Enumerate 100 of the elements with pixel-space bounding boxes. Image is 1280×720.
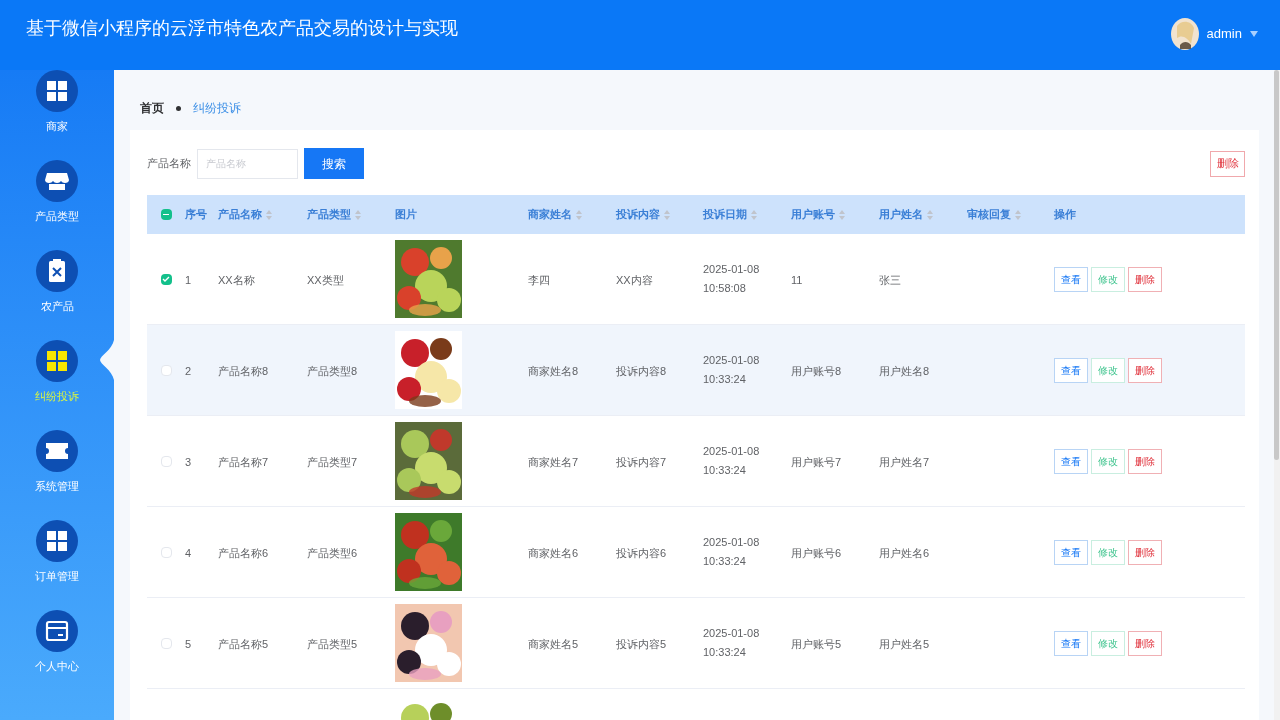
table-cell: 用户账号6: [791, 547, 842, 559]
sidebar-item[interactable]: 个人中心: [0, 610, 114, 700]
sidebar-item[interactable]: 系统管理: [0, 430, 114, 520]
sidebar-label: 订单管理: [35, 569, 79, 584]
sidebar-item[interactable]: 农产品: [0, 250, 114, 340]
grid-icon: [36, 70, 78, 112]
edit-button[interactable]: 修改: [1091, 448, 1125, 474]
edit-button[interactable]: 修改: [1091, 357, 1125, 383]
sidebar-item[interactable]: 产品类型: [0, 160, 114, 250]
edit-button[interactable]: 修改: [1091, 539, 1125, 565]
delete-button[interactable]: 删除: [1128, 539, 1162, 565]
table-cell: XX名称: [218, 274, 255, 286]
column-header: 投诉日期: [703, 207, 747, 223]
table-cell: XX类型: [307, 274, 344, 286]
sort-icon[interactable]: [355, 209, 361, 220]
sidebar-label: 商家: [46, 119, 68, 134]
clipboard-icon: [36, 250, 78, 292]
table-cell: 11: [791, 274, 803, 286]
delete-button[interactable]: 删除: [1128, 357, 1162, 383]
sidebar-item[interactable]: 商家: [0, 70, 114, 160]
table-cell: 产品名称7: [218, 456, 269, 468]
table-cell-text: 2025-01-08 10:33:24: [703, 535, 761, 569]
table-cell: 投诉内容5: [616, 638, 667, 650]
grid-icon: [36, 340, 78, 382]
table-cell: 用户姓名8: [879, 365, 930, 377]
row-checkbox[interactable]: [160, 637, 172, 649]
sort-icon[interactable]: [839, 209, 845, 220]
user-name[interactable]: admin: [1206, 24, 1242, 44]
column-header: 序号: [185, 207, 207, 223]
column-header: 图片: [395, 207, 417, 223]
table-cell: 投诉内容6: [616, 547, 667, 559]
table-cell: 商家姓名5: [528, 638, 579, 650]
view-button[interactable]: 查看: [1054, 357, 1088, 383]
app-title: 基于微信小程序的云浮市特色农产品交易的设计与实现: [26, 16, 458, 40]
sidebar-item[interactable]: 纠纷投诉: [0, 340, 114, 430]
row-checkbox[interactable]: [160, 364, 172, 376]
row-checkbox[interactable]: [160, 273, 172, 285]
sort-icon[interactable]: [266, 209, 272, 220]
table-cell-text: 2025-01-08 10:33:24: [703, 353, 761, 387]
breadcrumb-item[interactable]: 纠纷投诉: [193, 99, 241, 117]
sort-icon[interactable]: [664, 209, 670, 220]
scrollbar-thumb[interactable]: [1274, 70, 1279, 460]
caret-icon[interactable]: [1250, 31, 1258, 37]
sidebar-item[interactable]: 订单管理: [0, 520, 114, 610]
delete-button[interactable]: 删除: [1128, 266, 1162, 292]
table-cell: 产品类型5: [307, 638, 358, 650]
table-cell: 产品名称8: [218, 365, 269, 377]
search-button[interactable]: 搜索: [304, 148, 364, 179]
table-cell: 产品名称5: [218, 638, 269, 650]
table-cell: 商家姓名7: [528, 456, 579, 468]
table-cell-text: 2025-01-08 10:33:24: [703, 626, 761, 660]
view-button[interactable]: 查看: [1054, 266, 1088, 292]
table-cell-text: 2025-01-08 10:58:08: [703, 262, 761, 296]
sort-icon[interactable]: [751, 209, 757, 220]
table-cell: 3: [185, 456, 192, 468]
sort-icon[interactable]: [1015, 209, 1021, 220]
column-header: 产品类型: [307, 207, 351, 223]
grid-icon: [36, 520, 78, 562]
sidebar-label: 系统管理: [35, 479, 79, 494]
table-cell: 投诉内容8: [616, 365, 667, 377]
column-header: 投诉内容: [616, 207, 660, 223]
view-button[interactable]: 查看: [1054, 539, 1088, 565]
table-cell: 产品类型7: [307, 456, 358, 468]
select-all-checkbox[interactable]: [160, 209, 172, 220]
column-header: 审核回复: [967, 207, 1011, 223]
sidebar-label: 纠纷投诉: [35, 389, 79, 404]
view-button[interactable]: 查看: [1054, 630, 1088, 656]
table-cell: 投诉内容7: [616, 456, 667, 468]
card-icon: [36, 610, 78, 652]
table-cell: 商家姓名6: [528, 547, 579, 559]
table-cell: 用户姓名6: [879, 547, 930, 559]
view-button[interactable]: 查看: [1054, 448, 1088, 474]
table-cell: XX内容: [616, 274, 653, 286]
delete-button[interactable]: 删除: [1128, 630, 1162, 656]
sidebar-label: 农产品: [40, 299, 74, 314]
table-cell: 张三: [879, 274, 901, 286]
table-cell: 产品名称6: [218, 547, 269, 559]
sidebar-label: 产品类型: [35, 209, 79, 224]
table-cell: 李四: [528, 274, 550, 286]
table-cell: 2: [185, 365, 192, 377]
avatar-icon[interactable]: [1170, 18, 1199, 50]
column-header: 用户账号: [791, 207, 835, 223]
sort-icon[interactable]: [576, 209, 582, 220]
table-cell: 4: [185, 547, 192, 559]
table-cell: 用户账号7: [791, 456, 842, 468]
table-cell: 用户账号8: [791, 365, 842, 377]
breadcrumb-item[interactable]: 首页: [140, 99, 164, 117]
edit-button[interactable]: 修改: [1091, 630, 1125, 656]
row-checkbox[interactable]: [160, 546, 172, 558]
delete-button[interactable]: 删除: [1128, 448, 1162, 474]
table-row[interactable]: 2 产品名称8 产品类型8 商家姓名8 投诉内容8 2025-01-08 10:33:24 用户账号8 用户姓名8 查看 修改 删除: [147, 325, 1245, 416]
search-label: 产品名称: [147, 156, 191, 172]
table-cell-text: 2025-01-08 10:33:24: [703, 444, 761, 478]
sort-icon[interactable]: [927, 209, 933, 220]
ticket-icon: [36, 430, 78, 472]
row-checkbox[interactable]: [160, 455, 172, 467]
sidebar-label: 个人中心: [35, 659, 79, 674]
batch-delete-button[interactable]: 删除: [1210, 150, 1245, 177]
edit-button[interactable]: 修改: [1091, 266, 1125, 292]
table-cell: 用户姓名5: [879, 638, 930, 650]
